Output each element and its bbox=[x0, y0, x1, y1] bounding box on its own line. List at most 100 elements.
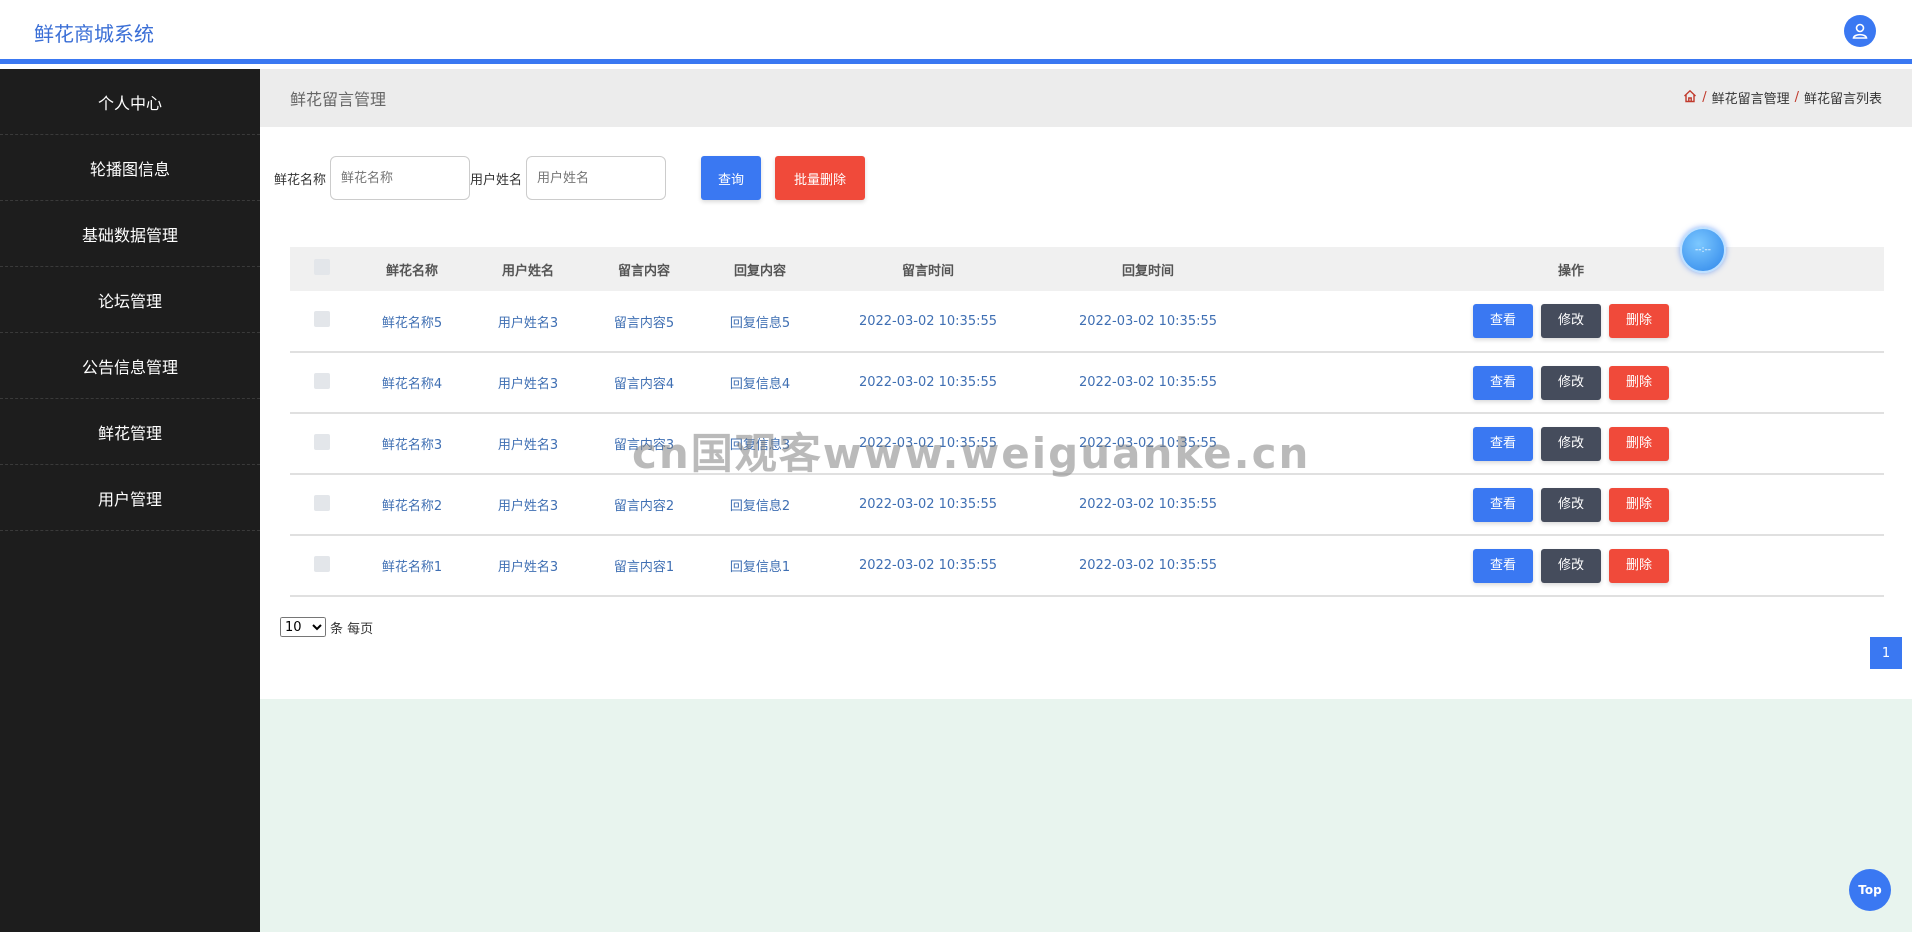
home-icon-svg bbox=[1684, 89, 1697, 102]
cell-reply: 回复信息1 bbox=[702, 535, 818, 597]
back-to-top-button[interactable]: Top bbox=[1849, 869, 1891, 911]
sidebar-item-forum[interactable]: 论坛管理 bbox=[0, 267, 260, 333]
cell-actions: 查看 修改 删除 bbox=[1258, 291, 1884, 353]
page-size-select[interactable]: 10 bbox=[280, 617, 326, 637]
delete-button[interactable]: 删除 bbox=[1609, 548, 1669, 583]
sidebar-item-basic-data[interactable]: 基础数据管理 bbox=[0, 201, 260, 267]
cell-message-time: 2022-03-02 10:35:55 bbox=[818, 474, 1038, 536]
breadcrumb-separator: / bbox=[1702, 90, 1707, 105]
sidebar-item-users[interactable]: 用户管理 bbox=[0, 465, 260, 531]
breadcrumb-item: 鲜花留言列表 bbox=[1803, 92, 1882, 107]
page-title: 鲜花留言管理 bbox=[290, 90, 387, 109]
edit-button[interactable]: 修改 bbox=[1541, 548, 1601, 583]
column-header: 回复内容 bbox=[702, 247, 818, 291]
flower-name-input[interactable] bbox=[330, 156, 471, 200]
cell-reply-time: 2022-03-02 10:35:55 bbox=[1038, 535, 1258, 597]
home-icon[interactable] bbox=[1683, 89, 1697, 107]
view-button[interactable]: 查看 bbox=[1473, 365, 1533, 400]
cell-flower-name: 鲜花名称3 bbox=[354, 413, 470, 475]
cell-reply-time: 2022-03-02 10:35:55 bbox=[1038, 474, 1258, 536]
row-checkbox[interactable] bbox=[314, 311, 330, 327]
select-all-cell[interactable] bbox=[290, 247, 354, 291]
query-button[interactable]: 查询 bbox=[701, 156, 762, 200]
view-button[interactable]: 查看 bbox=[1473, 487, 1533, 522]
sidebar-item-notice[interactable]: 公告信息管理 bbox=[0, 333, 260, 399]
cell-flower-name: 鲜花名称4 bbox=[354, 352, 470, 414]
edit-button[interactable]: 修改 bbox=[1541, 365, 1601, 400]
row-checkbox[interactable] bbox=[314, 433, 330, 450]
select-all-checkbox[interactable] bbox=[314, 259, 330, 275]
cell-actions: 查看 修改 删除 bbox=[1258, 535, 1884, 597]
column-header: 留言内容 bbox=[586, 247, 702, 291]
data-table: 鲜花名称 用户姓名 留言内容 回复内容 留言时间 回复时间 操作 鲜花名称5 用… bbox=[290, 247, 1884, 597]
page-number-button[interactable]: 1 bbox=[1870, 637, 1902, 669]
cell-actions: 查看 修改 删除 bbox=[1258, 474, 1884, 536]
row-checkbox[interactable] bbox=[314, 372, 330, 389]
batch-delete-button[interactable]: 批量删除 bbox=[775, 156, 866, 200]
cell-message-time: 2022-03-02 10:35:55 bbox=[818, 413, 1038, 475]
cell-reply: 回复信息5 bbox=[702, 291, 818, 353]
column-header: 用户姓名 bbox=[470, 247, 586, 291]
search-row: 鲜花名称 用户姓名 查询 批量删除 bbox=[274, 156, 866, 200]
sidebar-item-flowers[interactable]: 鲜花管理 bbox=[0, 399, 260, 465]
table-row: 鲜花名称5 用户姓名3 留言内容5 回复信息5 2022-03-02 10:35… bbox=[290, 291, 1884, 353]
cell-reply-time: 2022-03-02 10:35:55 bbox=[1038, 291, 1258, 353]
cell-user-name: 用户姓名3 bbox=[470, 352, 586, 414]
cell-reply-time: 2022-03-02 10:35:55 bbox=[1038, 413, 1258, 475]
breadcrumb-separator: / bbox=[1794, 90, 1799, 105]
sidebar-item-personal-center[interactable]: 个人中心 bbox=[0, 69, 260, 135]
cell-message: 留言内容4 bbox=[586, 352, 702, 414]
page-header: 鲜花留言管理 / 鲜花留言管理 / 鲜花留言列表 bbox=[260, 69, 1912, 127]
edit-button[interactable]: 修改 bbox=[1541, 304, 1601, 338]
view-button[interactable]: 查看 bbox=[1473, 426, 1533, 461]
delete-button[interactable]: 删除 bbox=[1609, 365, 1669, 400]
table-row: 鲜花名称2 用户姓名3 留言内容2 回复信息2 2022-03-02 10:35… bbox=[290, 474, 1884, 536]
cell-message: 留言内容2 bbox=[586, 474, 702, 536]
cell-user-name: 用户姓名3 bbox=[470, 413, 586, 475]
cell-message: 留言内容1 bbox=[586, 535, 702, 597]
cell-actions: 查看 修改 删除 bbox=[1258, 413, 1884, 475]
cell-actions: 查看 修改 删除 bbox=[1258, 352, 1884, 414]
cell-user-name: 用户姓名3 bbox=[470, 291, 586, 353]
app-title: 鲜花商城系统 bbox=[34, 22, 154, 46]
delete-button[interactable]: 删除 bbox=[1609, 426, 1669, 461]
content-panel: 鲜花留言管理 / 鲜花留言管理 / 鲜花留言列表 鲜花名称 用户姓名 查询 批量… bbox=[260, 69, 1912, 699]
table-row: 鲜花名称4 用户姓名3 留言内容4 回复信息4 2022-03-02 10:35… bbox=[290, 352, 1884, 414]
sidebar-item-carousel[interactable]: 轮播图信息 bbox=[0, 135, 260, 201]
cell-flower-name: 鲜花名称2 bbox=[354, 474, 470, 536]
edit-button[interactable]: 修改 bbox=[1541, 426, 1601, 461]
clock-text: --:-- bbox=[1694, 245, 1712, 255]
table-row: 鲜花名称3 用户姓名3 留言内容3 回复信息3 2022-03-02 10:35… bbox=[290, 413, 1884, 475]
user-name-input[interactable] bbox=[526, 156, 667, 200]
cell-reply: 回复信息2 bbox=[702, 474, 818, 536]
breadcrumb-item[interactable]: 鲜花留言管理 bbox=[1712, 88, 1790, 107]
column-header: 留言时间 bbox=[818, 247, 1038, 291]
cell-message: 留言内容3 bbox=[586, 413, 702, 475]
cell-reply: 回复信息4 bbox=[702, 352, 818, 414]
breadcrumb: / 鲜花留言管理 / 鲜花留言列表 bbox=[1683, 88, 1882, 107]
cell-user-name: 用户姓名3 bbox=[470, 474, 586, 536]
cell-message: 留言内容5 bbox=[586, 291, 702, 353]
column-header: 操作 bbox=[1258, 247, 1884, 291]
row-checkbox[interactable] bbox=[314, 555, 330, 572]
cell-user-name: 用户姓名3 bbox=[470, 535, 586, 597]
view-button[interactable]: 查看 bbox=[1473, 548, 1533, 583]
sidebar: 个人中心 轮播图信息 基础数据管理 论坛管理 公告信息管理 鲜花管理 用户管理 bbox=[0, 69, 260, 932]
clock-widget[interactable]: --:-- bbox=[1680, 227, 1726, 273]
edit-button[interactable]: 修改 bbox=[1541, 487, 1601, 522]
table-header-row: 鲜花名称 用户姓名 留言内容 回复内容 留言时间 回复时间 操作 bbox=[290, 247, 1884, 291]
top-bar: 鲜花商城系统 bbox=[0, 0, 1912, 64]
user-name-label: 用户姓名 bbox=[470, 172, 523, 188]
row-checkbox[interactable] bbox=[314, 494, 330, 511]
cell-flower-name: 鲜花名称1 bbox=[354, 535, 470, 597]
column-header: 鲜花名称 bbox=[354, 247, 470, 291]
user-icon bbox=[1852, 23, 1868, 39]
page-size-control: 10 条 每页 bbox=[280, 617, 373, 637]
delete-button[interactable]: 删除 bbox=[1609, 487, 1669, 522]
user-avatar-icon[interactable] bbox=[1844, 15, 1876, 47]
delete-button[interactable]: 删除 bbox=[1609, 304, 1669, 338]
cell-flower-name: 鲜花名称5 bbox=[354, 291, 470, 353]
view-button[interactable]: 查看 bbox=[1473, 304, 1533, 338]
cell-message-time: 2022-03-02 10:35:55 bbox=[818, 291, 1038, 353]
cell-message-time: 2022-03-02 10:35:55 bbox=[818, 535, 1038, 597]
